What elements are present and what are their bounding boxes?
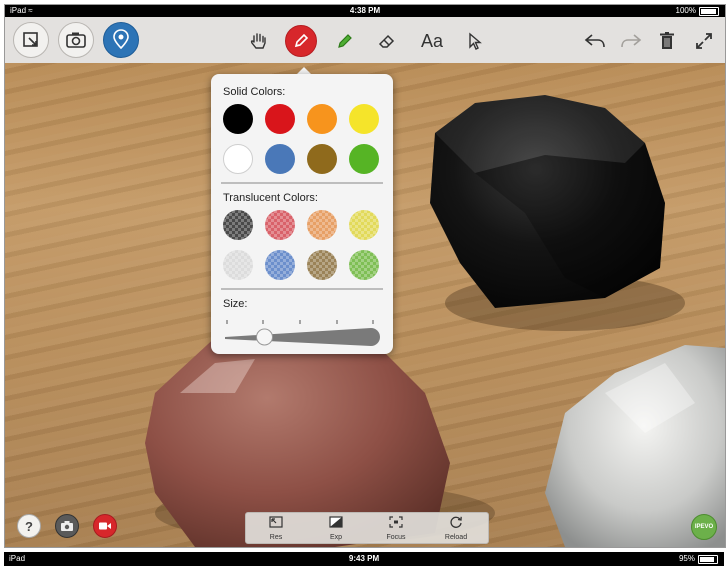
size-slider-thumb[interactable] [256,328,273,346]
snapshot-icon [61,521,73,531]
color-swatch-orange[interactable] [307,104,337,134]
battery-icon [699,6,719,16]
expand-icon [696,33,712,49]
highlighter-tool-button[interactable] [334,30,356,52]
battery-percent-2: 95% [678,554,695,563]
popover-divider [221,182,383,184]
translucent-swatch-green[interactable] [349,250,379,280]
battery-icon-2 [698,554,718,564]
translucent-swatch-orange[interactable] [307,210,337,240]
color-swatch-blue[interactable] [265,144,295,174]
translucent-swatch-gray[interactable] [223,210,253,240]
res-button[interactable]: Res [246,513,306,543]
status-bar: iPad ≈ 4:38 PM 100% [5,5,725,17]
pointer-icon [469,32,482,50]
location-button[interactable] [103,22,139,58]
help-button[interactable]: ? [17,514,41,538]
translucent-swatch-blue[interactable] [265,250,295,280]
undo-button[interactable] [583,30,607,52]
popover-divider [221,288,383,290]
trash-button[interactable] [657,29,677,53]
record-button[interactable] [93,514,117,538]
size-slider[interactable] [221,314,383,350]
solid-colors-label: Solid Colors: [223,86,286,98]
highlighter-icon [338,34,352,48]
hand-tool-button[interactable] [248,30,270,52]
record-icon [99,522,111,530]
resolution-icon [269,516,283,528]
pointer-tool-button[interactable] [464,30,486,52]
eraser-tool-button[interactable] [376,30,398,52]
location-pin-icon [113,29,129,50]
color-swatch-yellow[interactable] [349,104,379,134]
redo-button[interactable] [619,30,643,52]
brand-badge: IPEVO [691,514,717,540]
pen-icon [294,33,309,48]
status-time: 4:38 PM [349,6,381,15]
pen-tool-button[interactable] [285,25,317,57]
focus-button[interactable]: Focus [366,513,426,543]
camera-controls-bar: Res Exp Focus Reload [245,512,489,544]
select-box-icon [23,32,38,47]
color-swatch-black[interactable] [223,104,253,134]
translucent-swatch-white[interactable] [223,250,253,280]
translucent-swatch-yellow[interactable] [349,210,379,240]
battery-percent: 100% [675,6,696,15]
app-screen: iPad ≈ 4:38 PM 100% Aa ? Res Exp Focus R… [4,4,726,548]
color-picker-popover: Solid Colors: Translucent Colors: Size: [211,74,393,354]
translucent-colors-label: Translucent Colors: [223,192,318,204]
trash-icon [660,32,674,49]
focus-icon [389,516,403,528]
snapshot-button[interactable] [55,514,79,538]
hand-icon [250,33,266,49]
toolbar: Aa [5,17,725,64]
size-label: Size: [223,298,248,310]
camera-icon [66,32,86,48]
help-icon: ? [25,518,33,534]
color-swatch-brown[interactable] [307,144,337,174]
color-swatch-red[interactable] [265,104,295,134]
exposure-icon [329,516,343,528]
reload-icon [450,516,462,528]
expand-button[interactable] [693,30,715,52]
translucent-swatch-red[interactable] [265,210,295,240]
second-status-bar: iPad 9:43 PM 95% [4,552,724,566]
text-tool-button[interactable]: Aa [417,29,447,53]
text-icon: Aa [420,30,444,51]
eraser-icon [378,34,395,48]
color-swatch-green[interactable] [349,144,379,174]
translucent-swatch-brown[interactable] [307,250,337,280]
redo-icon [621,34,642,48]
select-box-button[interactable] [13,22,49,58]
color-swatch-white[interactable] [223,144,253,174]
exp-button[interactable]: Exp [306,513,366,543]
camera-button[interactable] [58,22,94,58]
reload-button[interactable]: Reload [426,513,486,543]
undo-icon [584,34,605,48]
status-time-2: 9:43 PM [348,554,380,563]
